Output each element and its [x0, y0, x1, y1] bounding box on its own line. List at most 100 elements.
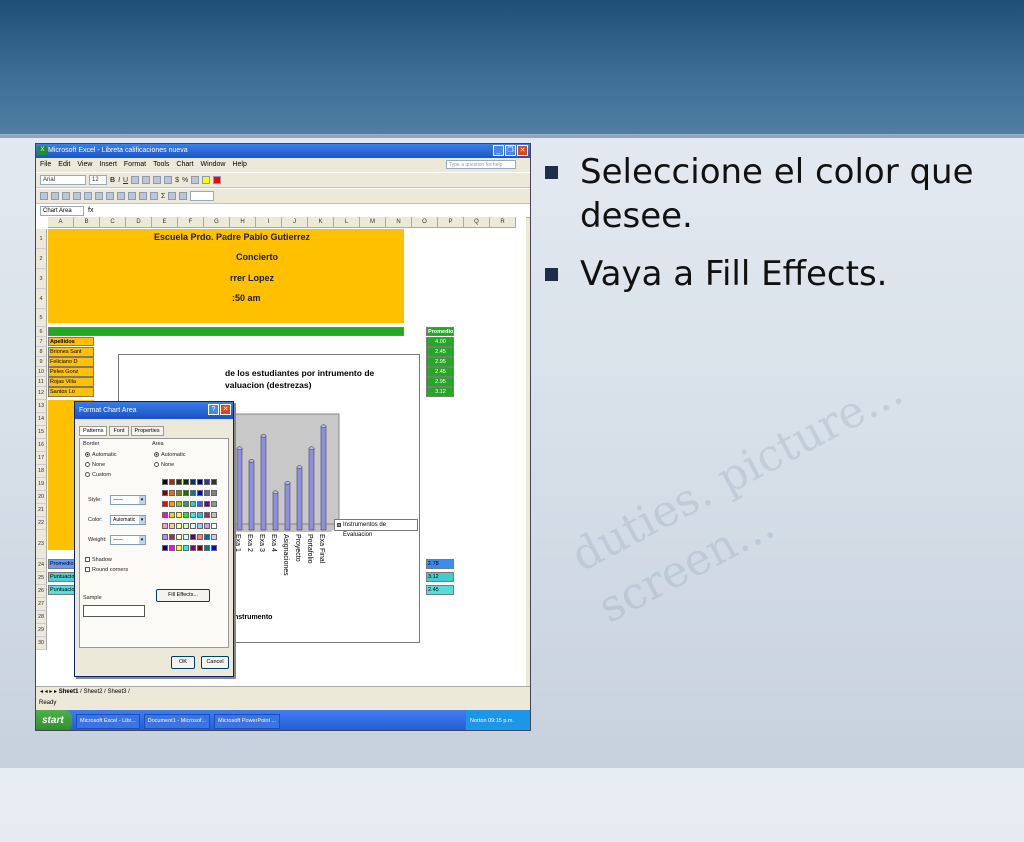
student-name-cell[interactable]: Feliciano D — [48, 357, 94, 367]
palette-swatch[interactable] — [197, 501, 203, 507]
palette-swatch[interactable] — [169, 512, 175, 518]
round-corners-checkbox[interactable]: Round corners — [85, 567, 128, 573]
area-none-option[interactable]: None — [154, 462, 174, 468]
palette-swatch[interactable] — [211, 512, 217, 518]
palette-swatch[interactable] — [190, 501, 196, 507]
column-header[interactable]: B — [74, 217, 100, 228]
row-header[interactable]: 22 — [36, 517, 47, 530]
palette-swatch[interactable] — [211, 479, 217, 485]
row-header[interactable]: 9 — [36, 357, 47, 367]
fill-effects-button[interactable]: Fill Effects... — [156, 589, 210, 602]
font-size-box[interactable]: 12 — [89, 175, 107, 185]
task-excel[interactable]: Microsoft Excel - Libr... — [76, 713, 140, 729]
column-header[interactable]: O — [412, 217, 438, 228]
palette-swatch[interactable] — [190, 490, 196, 496]
weight-combo[interactable]: —— — [110, 535, 146, 545]
row-header[interactable]: 2 — [36, 249, 47, 269]
row-header[interactable]: 30 — [36, 637, 47, 650]
row-header[interactable]: 3 — [36, 269, 47, 289]
start-button[interactable]: start — [36, 710, 72, 730]
border-automatic-option[interactable]: Automatic — [85, 452, 116, 458]
palette-swatch[interactable] — [197, 512, 203, 518]
border-custom-option[interactable]: Custom — [85, 472, 111, 478]
average-cell[interactable]: 3.12 — [426, 387, 454, 397]
student-name-cell[interactable]: Rojas Villa — [48, 377, 94, 387]
palette-swatch[interactable] — [190, 545, 196, 551]
palette-swatch[interactable] — [190, 534, 196, 540]
palette-swatch[interactable] — [190, 479, 196, 485]
column-header[interactable]: R — [490, 217, 516, 228]
palette-swatch[interactable] — [162, 479, 168, 485]
row-header[interactable]: 28 — [36, 611, 47, 624]
palette-swatch[interactable] — [183, 534, 189, 540]
menu-window[interactable]: Window — [201, 158, 226, 172]
row-header[interactable]: 25 — [36, 572, 47, 585]
undo-icon[interactable] — [139, 192, 147, 200]
redo-icon[interactable] — [150, 192, 158, 200]
column-header[interactable]: Q — [464, 217, 490, 228]
color-combo[interactable]: Automatic — [110, 515, 146, 525]
row-header[interactable]: 11 — [36, 377, 47, 387]
close-icon[interactable]: ✕ — [517, 145, 528, 156]
palette-swatch[interactable] — [162, 501, 168, 507]
sheet-tab-1[interactable]: Sheet1 — [59, 689, 79, 695]
column-header[interactable]: K — [308, 217, 334, 228]
borders-icon[interactable] — [191, 176, 200, 184]
print-icon[interactable] — [73, 192, 81, 200]
column-header[interactable]: I — [256, 217, 282, 228]
palette-swatch[interactable] — [176, 512, 182, 518]
row-header[interactable]: 19 — [36, 478, 47, 491]
palette-swatch[interactable] — [204, 501, 210, 507]
fill-color-icon[interactable] — [202, 176, 211, 184]
palette-swatch[interactable] — [204, 479, 210, 485]
align-left-icon[interactable] — [131, 176, 140, 184]
tab-font[interactable]: Font — [109, 426, 129, 436]
palette-swatch[interactable] — [176, 523, 182, 529]
row-header[interactable]: 8 — [36, 347, 47, 357]
palette-swatch[interactable] — [169, 534, 175, 540]
bold-icon[interactable]: B — [110, 177, 115, 184]
row-header[interactable]: 21 — [36, 504, 47, 517]
paste-icon[interactable] — [128, 192, 136, 200]
average-cell[interactable]: 2.45 — [426, 347, 454, 357]
column-header[interactable]: G — [204, 217, 230, 228]
sheet-tab-2[interactable]: Sheet2 — [83, 689, 102, 695]
palette-swatch[interactable] — [197, 545, 203, 551]
palette-swatch[interactable] — [169, 523, 175, 529]
average-cell[interactable]: 2.95 — [426, 357, 454, 367]
palette-swatch[interactable] — [183, 479, 189, 485]
palette-swatch[interactable] — [176, 545, 182, 551]
sort-icon[interactable] — [168, 192, 177, 200]
palette-swatch[interactable] — [211, 501, 217, 507]
palette-swatch[interactable] — [183, 501, 189, 507]
student-name-cell[interactable]: Peles Gonz — [48, 367, 94, 377]
column-header[interactable]: L — [334, 217, 360, 228]
open-icon[interactable] — [51, 192, 59, 200]
border-none-option[interactable]: None — [85, 462, 105, 468]
column-header[interactable]: C — [100, 217, 126, 228]
palette-swatch[interactable] — [190, 523, 196, 529]
column-header[interactable]: N — [386, 217, 412, 228]
spelling-icon[interactable] — [95, 192, 103, 200]
area-automatic-option[interactable]: Automatic — [154, 452, 185, 458]
chart-wizard-icon[interactable] — [179, 192, 188, 200]
row-header[interactable]: 17 — [36, 452, 47, 465]
row-header[interactable]: 24 — [36, 559, 47, 572]
column-header[interactable]: A — [48, 217, 74, 228]
average-cell[interactable]: 4.00 — [426, 337, 454, 347]
help-question-box[interactable]: Type a question for help — [446, 160, 516, 169]
name-box[interactable]: Chart Area — [40, 205, 84, 216]
help-icon[interactable]: ? — [208, 404, 219, 415]
palette-swatch[interactable] — [211, 545, 217, 551]
row-header[interactable]: 29 — [36, 624, 47, 637]
column-header[interactable]: E — [152, 217, 178, 228]
palette-swatch[interactable] — [162, 523, 168, 529]
task-powerpoint[interactable]: Microsoft PowerPoint ... — [214, 713, 281, 729]
average-cell[interactable]: 2.45 — [426, 367, 454, 377]
row-header[interactable]: 7 — [36, 337, 47, 347]
style-combo[interactable]: —— — [110, 495, 146, 505]
ok-button[interactable]: OK — [171, 656, 195, 669]
column-header[interactable]: D — [126, 217, 152, 228]
autosum-icon[interactable]: Σ — [161, 193, 165, 200]
palette-swatch[interactable] — [183, 512, 189, 518]
